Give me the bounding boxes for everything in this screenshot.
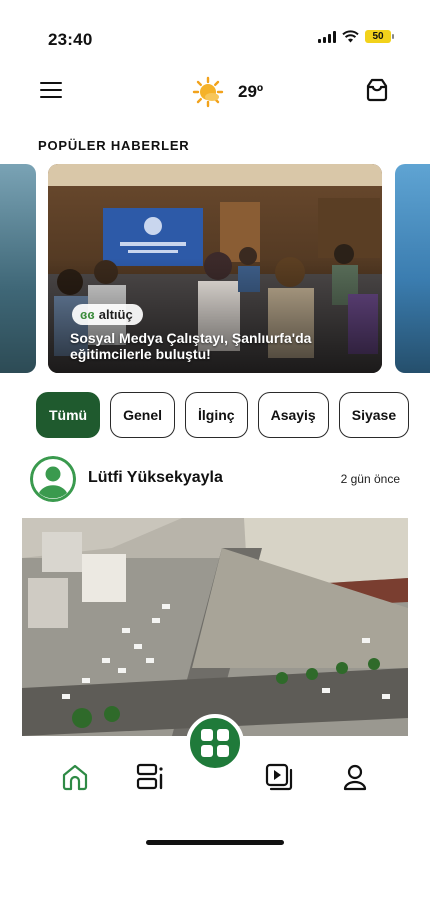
category-chip-interesting[interactable]: İlginç <box>185 392 248 438</box>
source-logo: ɞɞ altıüç <box>72 304 143 325</box>
section-title: POPÜLER HABERLER <box>38 138 190 153</box>
category-chip-security[interactable]: Asayiş <box>257 392 329 438</box>
post-time: 2 gün önce <box>340 472 400 486</box>
category-chip-general[interactable]: Genel <box>110 392 176 438</box>
post-image[interactable] <box>22 518 408 736</box>
wifi-icon <box>342 30 359 43</box>
weather-widget: 29º <box>192 76 263 108</box>
bottom-navigation <box>0 714 430 900</box>
carousel-slide-next[interactable] <box>395 164 430 373</box>
battery-level: 50 <box>365 30 391 43</box>
grid-apps-icon <box>201 729 229 757</box>
profile-icon[interactable] <box>340 762 370 792</box>
apps-grid-button[interactable] <box>186 714 244 772</box>
status-bar: 23:40 50 <box>0 0 430 80</box>
post-author-row[interactable]: Lütfi Yüksekyayla 2 gün önce <box>30 456 400 504</box>
home-indicator[interactable] <box>146 840 284 845</box>
cellular-signal-icon <box>318 30 336 43</box>
status-time: 23:40 <box>48 30 93 49</box>
top-bar: 29º <box>0 74 430 110</box>
category-tabs: Tümü Genel İlginç Asayiş Siyase <box>36 392 430 440</box>
avatar[interactable] <box>30 456 76 502</box>
home-icon[interactable] <box>60 762 90 792</box>
popular-news-carousel[interactable]: ɞɞ altıüç Sosyal Medya Çalıştayı, Şanlıu… <box>0 164 430 374</box>
video-icon[interactable] <box>264 762 294 792</box>
battery-icon: 50 <box>365 30 394 43</box>
featured-headline: Sosyal Medya Çalıştayı, Şanlıurfa'da eği… <box>70 330 312 362</box>
post-photo <box>22 518 408 736</box>
news-list-icon[interactable] <box>135 762 165 792</box>
carousel-slide-previous[interactable] <box>0 164 36 373</box>
source-logo-mark: ɞɞ <box>80 307 95 322</box>
sun-cloud-icon <box>192 76 224 108</box>
temperature: 29º <box>238 82 264 101</box>
inbox-icon[interactable] <box>364 77 390 103</box>
hamburger-menu-icon[interactable] <box>40 82 62 100</box>
featured-news-card[interactable]: ɞɞ altıüç Sosyal Medya Çalıştayı, Şanlıu… <box>48 164 382 373</box>
post-author-name[interactable]: Lütfi Yüksekyayla <box>88 469 223 487</box>
category-chip-all[interactable]: Tümü <box>36 392 101 438</box>
source-logo-text: altıüç <box>98 307 133 322</box>
category-chip-politics[interactable]: Siyase <box>338 392 410 438</box>
